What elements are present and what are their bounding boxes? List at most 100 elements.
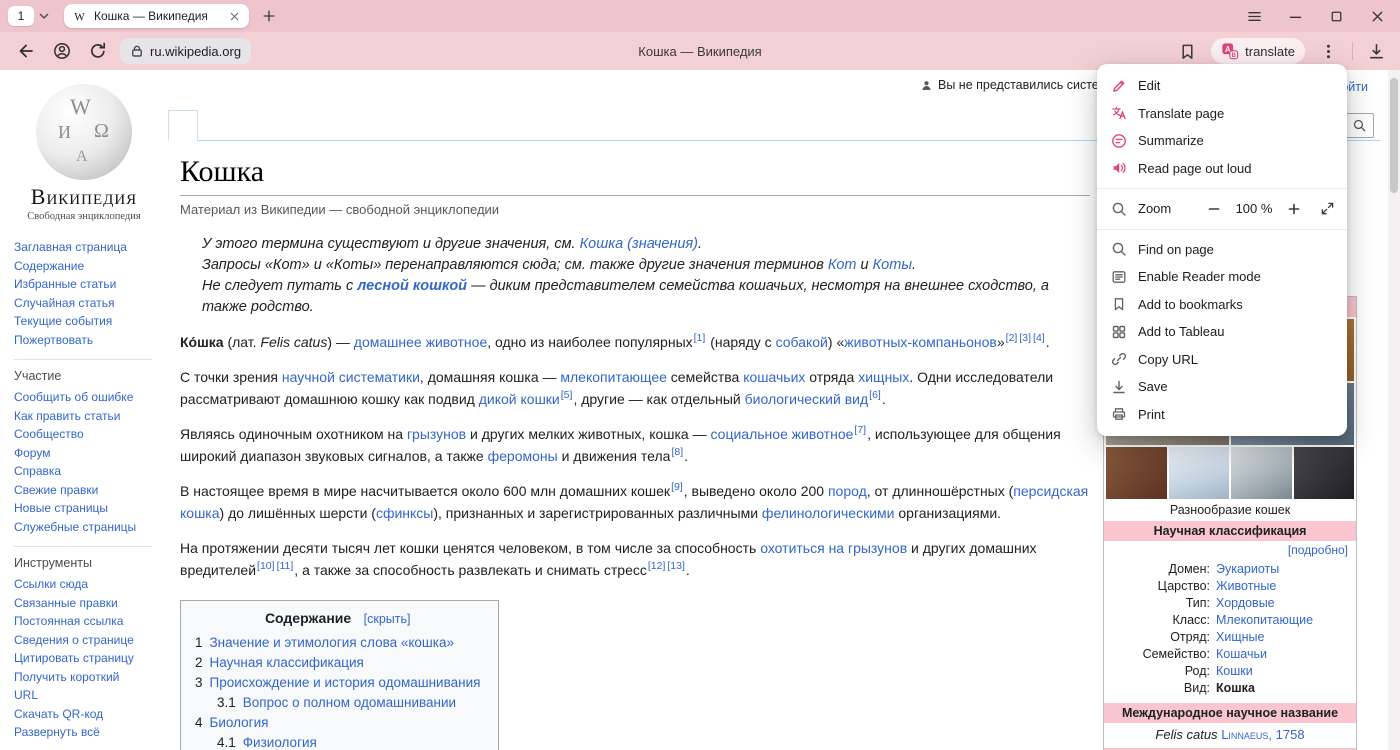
wiki-link[interactable]: кошачьих (743, 369, 805, 385)
new-tab-button[interactable] (261, 8, 277, 24)
menu-item-summarize[interactable]: Summarize (1097, 127, 1347, 155)
taxon-link[interactable]: Млекопитающие (1216, 612, 1313, 629)
zoom-out-button[interactable] (1206, 201, 1222, 217)
ref-link[interactable]: [1] (694, 332, 706, 344)
wiki-link[interactable]: сфинксы (376, 505, 433, 521)
menu-item-find-on-page[interactable]: Find on page (1097, 236, 1347, 264)
ref-link[interactable]: [3] (1019, 332, 1031, 344)
tab-counter[interactable]: 1 (8, 6, 34, 26)
taxon-link[interactable]: Кошки (1216, 663, 1253, 680)
sidebar-link-сведения-о-странице[interactable]: Сведения о странице (14, 633, 134, 647)
tab-close-icon[interactable] (228, 10, 241, 23)
ref-link[interactable]: [2] (1006, 332, 1018, 344)
taxon-link[interactable]: Эукариоты (1216, 561, 1279, 578)
sidebar-link-получить-короткий-url[interactable]: Получить короткий URL (14, 670, 119, 703)
sidebar-link-форум[interactable]: Форум (14, 446, 50, 460)
wiki-link[interactable]: хищных (858, 369, 909, 385)
search-button[interactable] (1352, 118, 1367, 133)
address-bar[interactable]: ru.wikipedia.org (120, 38, 251, 64)
wiki-link[interactable]: биологический вид (745, 391, 869, 407)
sidebar-link-текущие-события[interactable]: Текущие события (14, 314, 112, 328)
wiki-link[interactable]: млекопитающее (560, 369, 667, 385)
wikipedia-logo[interactable]: W И Ω А (36, 84, 132, 180)
sidebar-link-случайная-статья[interactable]: Случайная статья (14, 296, 114, 310)
wiki-link[interactable]: охотиться на грызунов (760, 540, 907, 556)
ref-link[interactable]: [10] (257, 560, 275, 572)
page-tab-обсуждение[interactable] (198, 110, 226, 140)
chevron-down-icon[interactable] (36, 8, 52, 24)
taxon-link[interactable]: Кошка (1216, 680, 1255, 697)
maximize-button[interactable] (1328, 8, 1345, 25)
sidebar-link-развернуть-всё[interactable]: Развернуть всё (14, 725, 100, 739)
menu-item-add-to-bookmarks[interactable]: Add to bookmarks (1097, 291, 1347, 319)
sidebar-link-связанные-правки[interactable]: Связанные правки (14, 596, 118, 610)
translate-button[interactable]: АB translate (1211, 38, 1305, 64)
sidebar-link-заглавная-страница[interactable]: Заглавная страница (14, 240, 127, 254)
details-link[interactable]: [подробно] (1104, 541, 1356, 559)
ref-link[interactable]: [5] (561, 389, 573, 401)
taxon-link[interactable]: Хордовые (1216, 595, 1275, 612)
fullscreen-button[interactable] (1320, 201, 1335, 216)
page-tab-статья[interactable] (168, 110, 198, 141)
ref-link[interactable]: [7] (854, 424, 866, 436)
scrollbar[interactable] (1388, 70, 1400, 750)
sidebar-link-постоянная-ссылка[interactable]: Постоянная ссылка (14, 614, 123, 628)
sidebar-link-новые-страницы[interactable]: Новые страницы (14, 501, 108, 515)
wiki-link[interactable]: Кошка (значения) (580, 236, 698, 252)
ref-link[interactable]: [6] (869, 389, 881, 401)
ref-link[interactable]: [12] (648, 560, 666, 572)
sidebar-link-избранные-статьи[interactable]: Избранные статьи (14, 277, 116, 291)
sidebar-link-сообщить-об-ошибке[interactable]: Сообщить об ошибке (14, 390, 133, 404)
downloads-button[interactable] (1367, 42, 1386, 61)
ref-link[interactable]: [9] (671, 481, 683, 493)
toc-hide-link[interactable]: [скрыть] (364, 612, 411, 626)
toc-link[interactable]: 1Значение и этимология слова «кошка» (195, 635, 454, 650)
scrollbar-thumb[interactable] (1390, 78, 1398, 193)
sidebar-link-служебные-страницы[interactable]: Служебные страницы (14, 520, 136, 534)
ref-link[interactable]: [8] (671, 446, 683, 458)
ref-link[interactable]: [13] (667, 560, 685, 572)
ref-link[interactable]: [11] (277, 560, 294, 572)
wiki-link[interactable]: пород (828, 483, 867, 499)
sidebar-link-цитировать-страницу[interactable]: Цитировать страницу (14, 651, 134, 665)
add-bookmark-button[interactable] (1178, 42, 1197, 61)
wiki-link[interactable]: лесной кошкой (357, 278, 467, 294)
minimize-button[interactable] (1287, 8, 1304, 25)
sidebar-link-свежие-правки[interactable]: Свежие правки (14, 483, 98, 497)
toc-link[interactable]: 4Биология (195, 715, 268, 730)
ref-link[interactable]: [4] (1033, 332, 1045, 344)
close-window-button[interactable] (1369, 8, 1386, 25)
toc-link[interactable]: 4.1Физиология (217, 735, 317, 750)
sidebar-link-скачать-qr-код[interactable]: Скачать QR-код (14, 707, 103, 721)
taxon-link[interactable]: Хищные (1216, 629, 1264, 646)
sidebar-link-содержание[interactable]: Содержание (14, 259, 84, 273)
toc-link[interactable]: 2Научная классификация (195, 655, 364, 670)
sidebar-link-справка[interactable]: Справка (14, 464, 61, 478)
wiki-link[interactable]: научной систематики (282, 369, 420, 385)
author-link[interactable]: Linnaeus, 1758 (1221, 727, 1304, 742)
menu-item-print[interactable]: Print (1097, 401, 1347, 429)
zoom-in-button[interactable] (1286, 201, 1302, 217)
wiki-link[interactable]: собакой (776, 334, 828, 350)
taxon-link[interactable]: Кошачьи (1216, 646, 1267, 663)
wiki-link[interactable]: социальное животное (711, 426, 854, 442)
sidebar-link-ссылки-сюда[interactable]: Ссылки сюда (14, 577, 88, 591)
wiki-link[interactable]: Коты (873, 257, 912, 273)
wiki-link[interactable]: животных-компаньонов (844, 334, 997, 350)
browser-menu-button[interactable] (1246, 8, 1263, 25)
toc-link[interactable]: 3.1Вопрос о полном одомашнивании (217, 695, 456, 710)
wiki-link[interactable]: дикой кошки (479, 391, 560, 407)
taxon-link[interactable]: Животные (1216, 578, 1276, 595)
wiki-link[interactable]: фелинологическими (762, 505, 895, 521)
menu-item-edit[interactable]: Edit (1097, 72, 1347, 100)
toolbar-menu-button[interactable] (1319, 42, 1338, 61)
menu-item-save[interactable]: Save (1097, 373, 1347, 401)
sidebar-link-как-править-статьи[interactable]: Как править статьи (14, 409, 120, 423)
menu-item-enable-reader-mode[interactable]: Enable Reader mode (1097, 263, 1347, 291)
wiki-link[interactable]: феромоны (488, 448, 558, 464)
toc-link[interactable]: 3Происхождение и история одомашнивания (195, 675, 480, 690)
wiki-link[interactable]: Кот (828, 257, 857, 273)
reload-button[interactable] (88, 41, 108, 61)
sidebar-link-пожертвовать[interactable]: Пожертвовать (14, 333, 93, 347)
back-button[interactable] (16, 41, 36, 61)
